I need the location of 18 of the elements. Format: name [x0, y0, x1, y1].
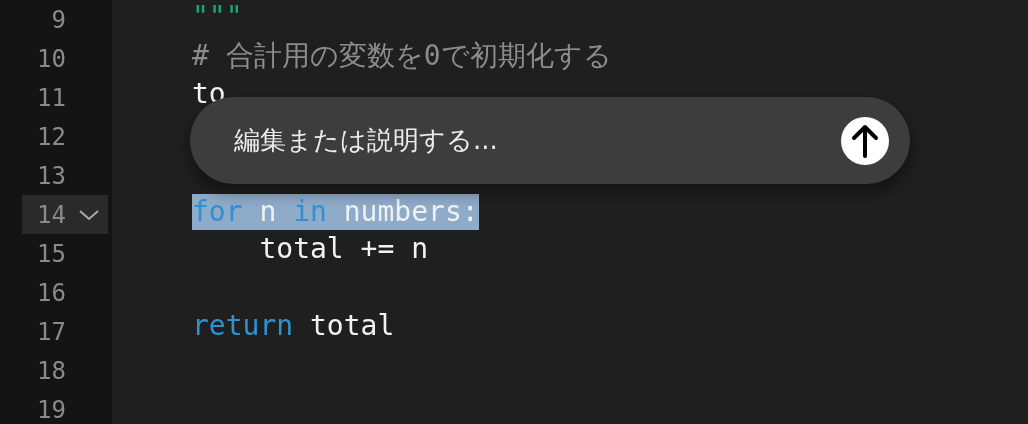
line-number: 11: [36, 85, 66, 110]
line-number: 13: [36, 163, 66, 188]
prompt-input[interactable]: 編集または説明する...: [234, 121, 841, 160]
code-line: return total: [192, 314, 395, 337]
line-number: 10: [36, 46, 66, 71]
line-number: 15: [36, 241, 66, 266]
code-line: total += n: [258, 237, 428, 260]
line-number: 12: [36, 124, 66, 149]
line-number: 18: [36, 358, 66, 383]
send-button[interactable]: [841, 116, 889, 165]
line-number: 9: [50, 7, 66, 32]
arrow-up-icon: [850, 123, 880, 158]
line-number: 19: [36, 397, 66, 422]
line-number: 14: [36, 202, 66, 227]
line-number: 17: [36, 319, 66, 344]
line-number: 16: [36, 280, 66, 305]
code-line: """: [192, 6, 243, 29]
chevron-down-icon[interactable]: [78, 208, 100, 221]
